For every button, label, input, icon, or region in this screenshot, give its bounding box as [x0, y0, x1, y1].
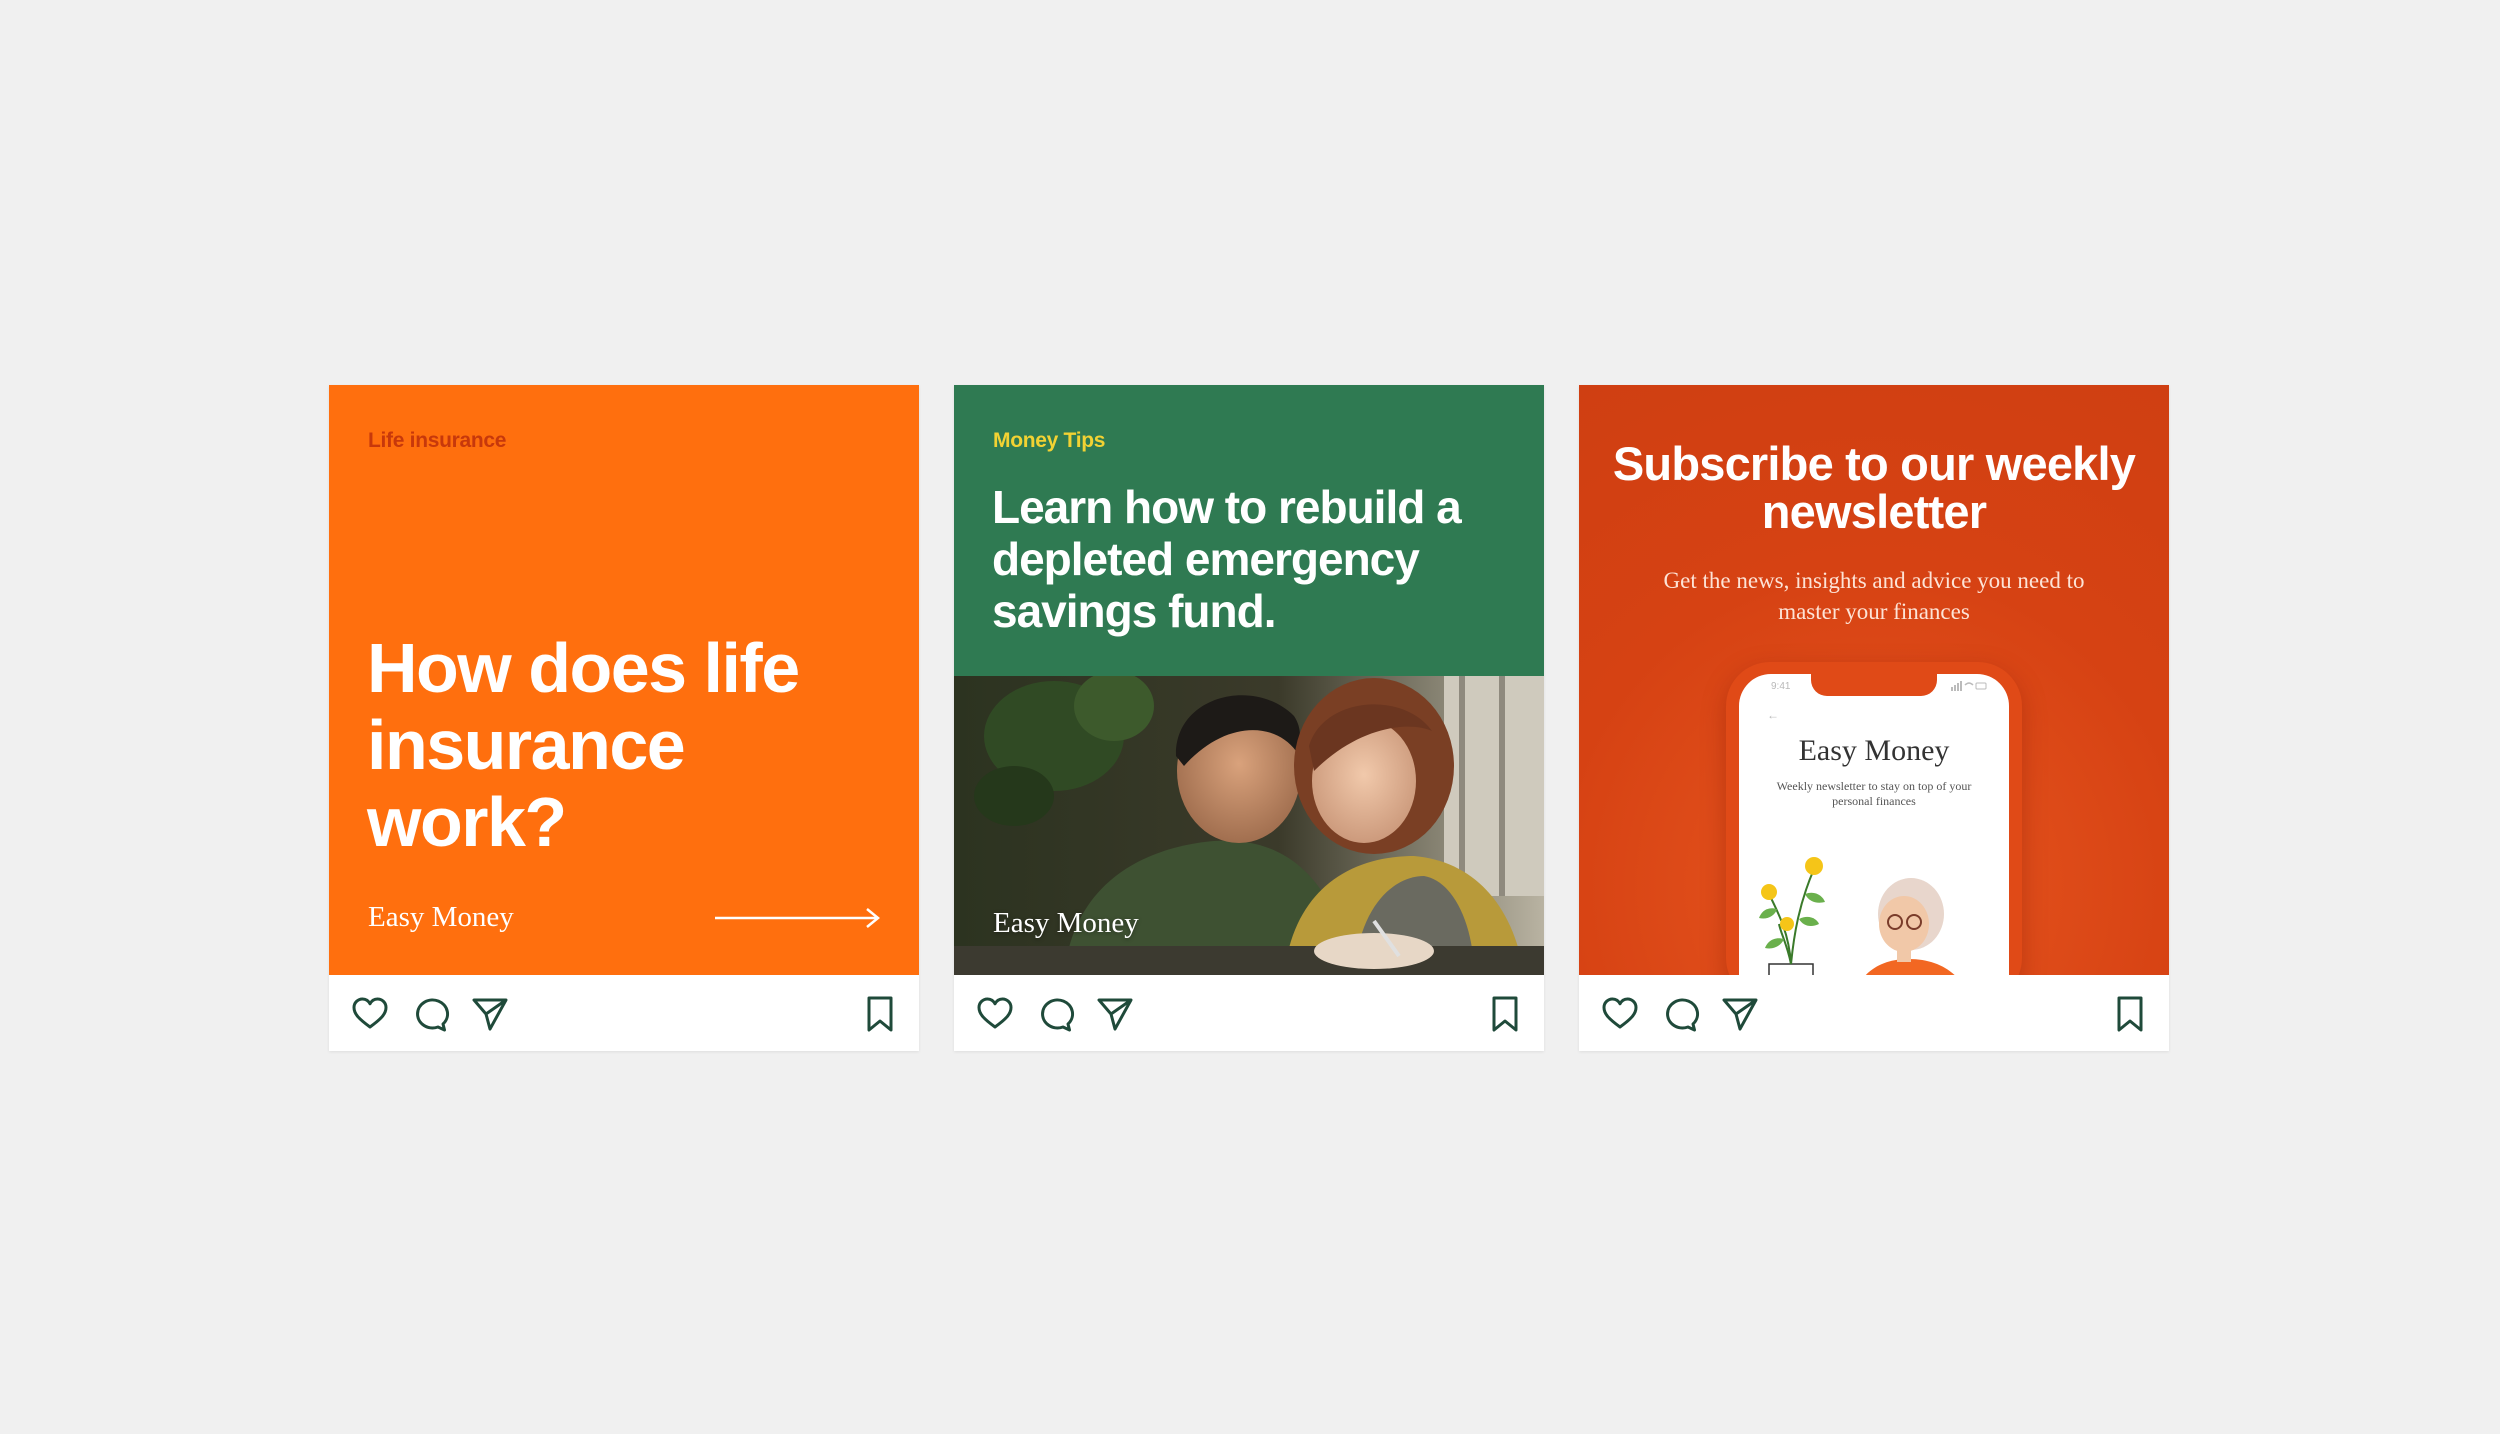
send-icon[interactable]: [1094, 993, 1136, 1035]
heart-icon[interactable]: [349, 993, 391, 1035]
post-headline: How does life insurance work?: [367, 629, 800, 861]
send-icon[interactable]: [1719, 993, 1761, 1035]
post-card-life-insurance: Life insurance How does life insurance w…: [329, 385, 919, 1051]
status-icons: [1951, 681, 1987, 691]
heart-icon[interactable]: [1599, 993, 1641, 1035]
post-headline: Subscribe to our weekly newsletter: [1612, 437, 2136, 538]
back-arrow-icon[interactable]: ←: [1767, 708, 1779, 722]
phone-mockup: 9:41 ← Easy Money Weekly newsletter to s…: [1726, 662, 2022, 975]
arrow-right-icon[interactable]: [713, 906, 881, 930]
post-image[interactable]: Money Tips Learn how to rebuild a deplet…: [954, 385, 1544, 975]
grandma-illustration: [1759, 857, 1955, 975]
post-action-bar: [954, 975, 1544, 1051]
post-image[interactable]: Subscribe to our weekly newsletter Get t…: [1579, 385, 2169, 975]
post-card-money-tips: Money Tips Learn how to rebuild a deplet…: [954, 385, 1544, 1051]
post-image[interactable]: Life insurance How does life insurance w…: [329, 385, 919, 975]
post-subtitle: Get the news, insights and advice you ne…: [1663, 568, 2085, 624]
bookmark-icon[interactable]: [859, 993, 901, 1035]
comment-icon[interactable]: [1034, 993, 1076, 1035]
comment-icon[interactable]: [1659, 993, 1701, 1035]
phone-notch: [1811, 674, 1937, 696]
comment-icon[interactable]: [409, 993, 451, 1035]
newsletter-title: Easy Money: [1798, 734, 1950, 767]
brand-name: Easy Money: [993, 907, 1139, 939]
heart-icon[interactable]: [974, 993, 1016, 1035]
post-action-bar: [329, 975, 919, 1051]
newsletter-description: Weekly newsletter to stay on top of your…: [1776, 779, 1972, 808]
post-category: Life insurance: [368, 429, 507, 452]
phone-screen: 9:41 ← Easy Money Weekly newsletter to s…: [1739, 674, 2009, 975]
post-headline: Learn how to rebuild a depleted emergenc…: [992, 481, 1462, 637]
bookmark-icon[interactable]: [1484, 993, 1526, 1035]
bookmark-icon[interactable]: [2109, 993, 2151, 1035]
post-action-bar: [1579, 975, 2169, 1051]
send-icon[interactable]: [469, 993, 511, 1035]
status-time: 9:41: [1771, 681, 1791, 692]
post-category: Money Tips: [993, 429, 1106, 452]
brand-name: Easy Money: [368, 901, 514, 933]
post-card-newsletter: Subscribe to our weekly newsletter Get t…: [1579, 385, 2169, 1051]
